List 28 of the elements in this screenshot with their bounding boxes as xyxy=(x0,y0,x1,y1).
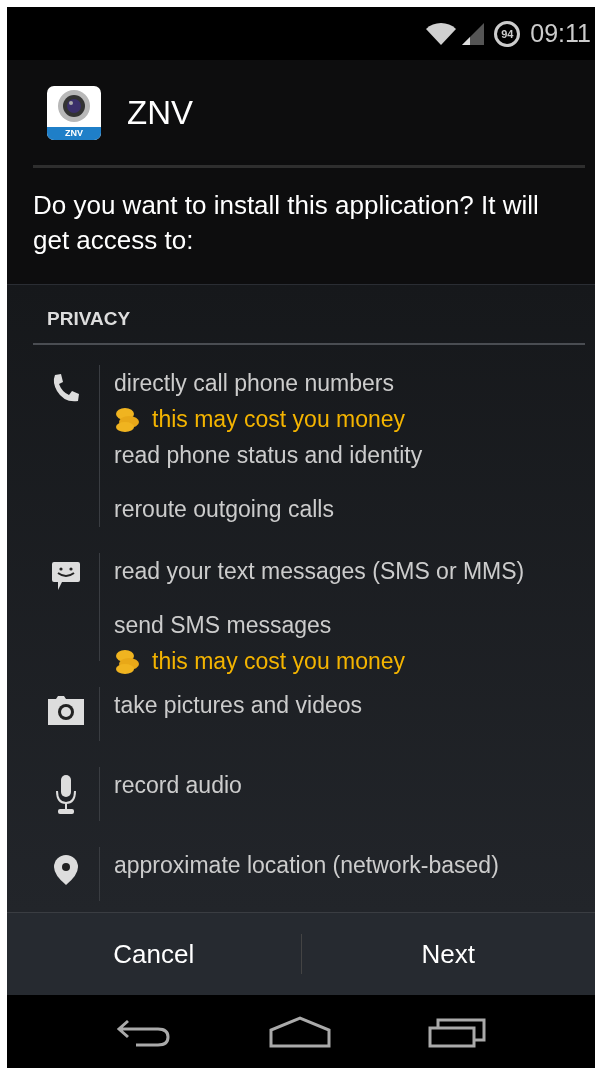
permission-text: send SMS messages xyxy=(114,611,333,640)
install-question: Do you want to install this application? It will get access to: xyxy=(33,189,540,257)
camera-icon xyxy=(46,695,86,725)
permission-text: read your text messages (SMS or MMS) xyxy=(114,557,525,586)
permission-text: directly call phone numbers xyxy=(114,369,395,398)
app-icon: ZNV xyxy=(47,85,101,140)
location-icon xyxy=(54,855,78,885)
section-header: PRIVACY xyxy=(46,307,132,331)
phone-icon xyxy=(52,373,80,403)
permission-text: take pictures and videos xyxy=(114,691,363,720)
app-name: ZNV xyxy=(127,93,193,132)
permission-text: read phone status and identity xyxy=(114,441,423,470)
signal-icon xyxy=(462,22,485,45)
message-icon xyxy=(52,561,80,591)
cost-warning: this may cost you money xyxy=(152,405,406,434)
permission-text: approximate location (network-based) xyxy=(114,851,499,880)
coins-icon xyxy=(114,406,140,432)
home-icon[interactable] xyxy=(269,1015,331,1048)
wifi-icon xyxy=(426,22,457,45)
dialog-button[interactable]: Cancel xyxy=(7,913,301,995)
permission-text: record audio xyxy=(114,771,242,800)
coins-icon xyxy=(114,648,140,674)
cost-warning: this may cost you money xyxy=(152,647,406,676)
dialog-button[interactable]: Next xyxy=(301,913,595,995)
microphone-icon xyxy=(54,775,78,815)
battery-indicator: 94 xyxy=(494,20,521,47)
clock: 09:11 xyxy=(530,19,591,48)
permission-text: reroute outgoing calls xyxy=(114,495,335,524)
